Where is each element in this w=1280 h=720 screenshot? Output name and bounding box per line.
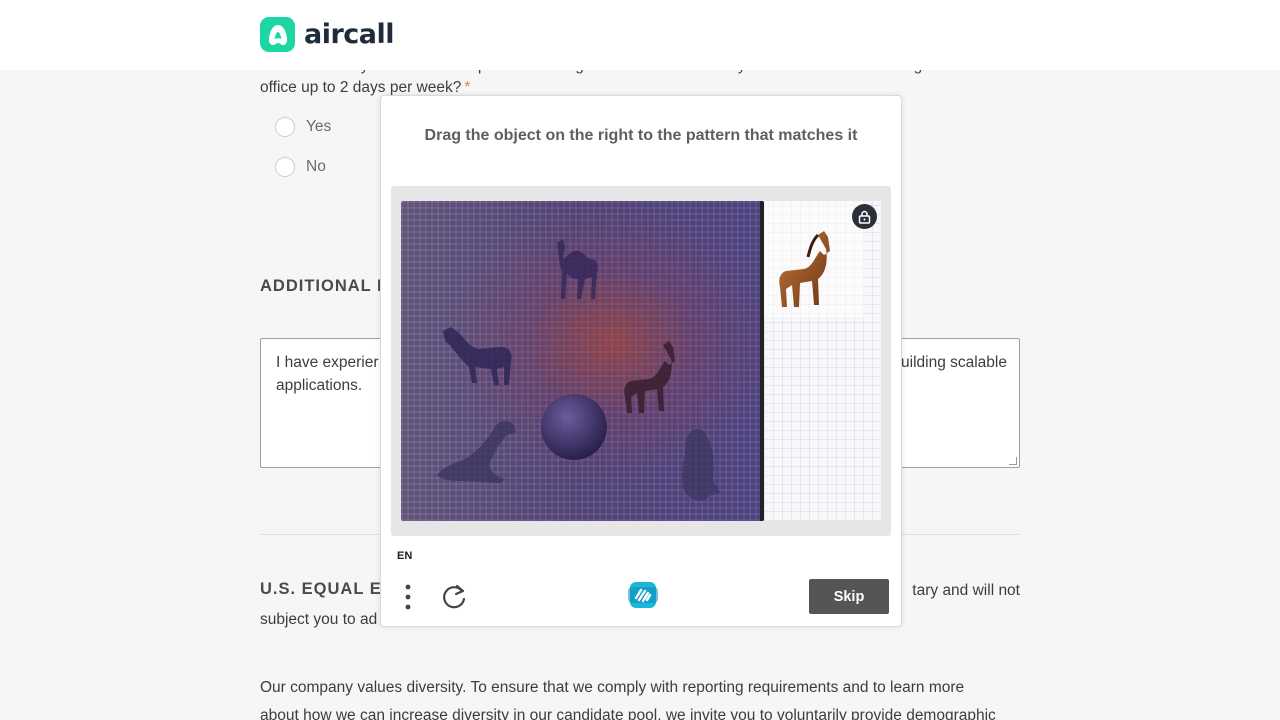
diversity-text-line2: about how we can increase diversity in o… [260,707,996,720]
sphere-silhouette-icon [541,394,607,460]
radio-yes-label: Yes [306,118,332,135]
radio-yes[interactable] [275,117,295,137]
captcha-pattern-board[interactable] [401,201,764,521]
diversity-text-line1: Our company values diversity. To ensure … [260,679,965,696]
refresh-icon [443,584,466,609]
captcha-prompt: Drag the object on the right to the patt… [424,127,858,144]
hcaptcha-logo[interactable] [626,578,660,612]
refresh-button[interactable] [439,582,469,612]
captcha-modal: Drag the object on the right to the patt… [380,95,902,627]
aircall-logo-icon [260,17,295,52]
site-header: aircall [0,0,1280,70]
draggable-object-card[interactable] [764,201,864,317]
aircall-logo[interactable]: aircall [260,17,395,52]
radio-no-label: No [306,158,326,175]
language-selector[interactable]: EN [397,550,412,562]
hcaptcha-logo-icon [628,582,658,608]
penguin-silhouette-icon [682,429,721,501]
menu-button[interactable] [401,582,415,612]
horse-silhouette-icon [624,341,675,413]
radio-no[interactable] [275,157,295,177]
lock-icon [858,210,871,224]
horse-object-icon[interactable] [772,231,834,309]
aircall-wordmark: aircall [304,19,395,50]
camel-silhouette-icon [557,239,598,299]
eeo-heading: U.S. EQUAL EM [260,580,397,598]
skip-button[interactable]: Skip [809,579,889,614]
lock-button[interactable] [852,204,877,229]
textarea-line1-end: uilding scalable [901,354,1007,371]
eeo-text-line1-end: tary and will not [912,582,1020,599]
additional-info-heading: ADDITIONAL I [260,277,383,295]
radio-option-no[interactable]: No [275,157,326,177]
required-asterisk: * [464,79,471,96]
captcha-task-frame [391,186,891,536]
horse-silhouette-icon [443,327,512,385]
kebab-menu-icon [405,584,411,610]
seal-silhouette-icon [437,421,516,483]
textarea-resize-handle[interactable] [1009,457,1017,465]
radio-option-yes[interactable]: Yes [275,117,331,137]
